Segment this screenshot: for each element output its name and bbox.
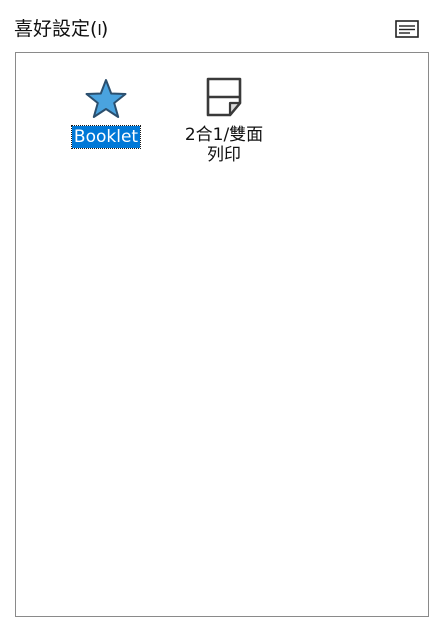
menu-icon[interactable] [395, 20, 419, 38]
preset-label-booklet: Booklet [70, 125, 142, 149]
preset-item-2in1-duplex[interactable]: 2合1/雙面 列印 [164, 75, 284, 166]
preset-list-panel[interactable]: Booklet 2合1/雙面 列印 [15, 52, 429, 617]
preferences-title-text: 喜好設定( [14, 18, 98, 40]
preset-item-booklet[interactable]: Booklet [46, 77, 166, 149]
preferences-header: 喜好設定(I) [14, 16, 423, 42]
preferences-title-suffix: ) [100, 18, 109, 40]
preset-label-2in1-duplex: 2合1/雙面 列印 [184, 125, 264, 165]
preferences-title: 喜好設定(I) [14, 16, 108, 43]
page-fold-icon [206, 77, 242, 117]
star-icon [85, 79, 127, 118]
